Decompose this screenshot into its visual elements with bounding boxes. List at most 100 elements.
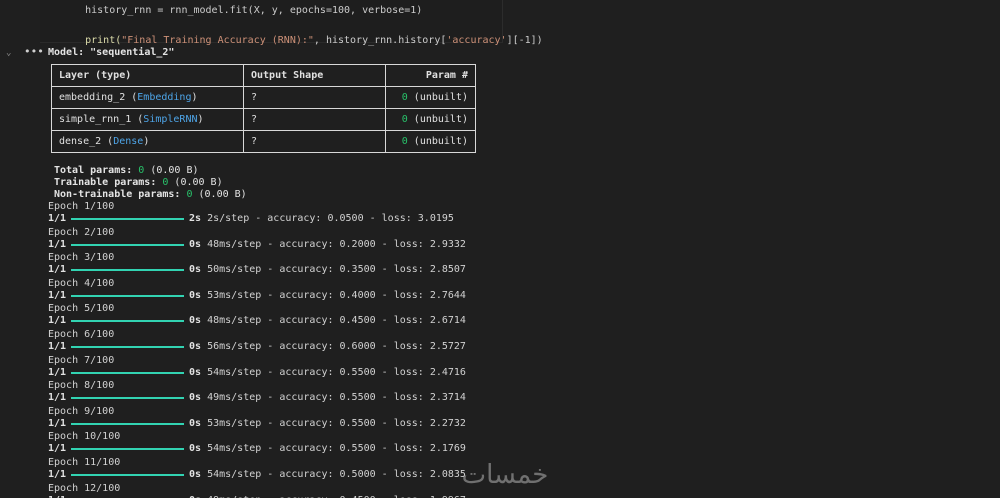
- epoch-detail: 56ms/step - accuracy: 0.6000 - loss: 2.5…: [201, 341, 466, 352]
- epoch-metrics: 0s 49ms/step - accuracy: 0.5500 - loss: …: [189, 392, 466, 404]
- epoch-progress-line: 1/1 0s 49ms/step - accuracy: 0.5500 - los…: [48, 392, 548, 404]
- layer-cell: embedding_2 (Embedding): [51, 86, 244, 109]
- epoch-progress-line: 1/1 0s 48ms/step - accuracy: 0.2000 - los…: [48, 239, 548, 251]
- epoch-time: 0s: [189, 315, 202, 327]
- epoch-time: 0s: [189, 495, 201, 498]
- epoch-metrics: 0s 48ms/step - accuracy: 0.2000 - loss: …: [189, 239, 466, 251]
- output-shape-header: Output Shape: [243, 64, 386, 87]
- epoch-progress-line: 1/1 2s 2s/step - accuracy: 0.0500 - loss:…: [48, 213, 548, 225]
- progress-bar: [71, 320, 184, 323]
- step-count: 1/1: [48, 238, 67, 250]
- shape-cell: ?: [243, 108, 386, 131]
- epoch-detail: 53ms/step - accuracy: 0.5500 - loss: 2.2…: [201, 417, 466, 429]
- progress-bar: [71, 346, 184, 348]
- chevron-down-icon[interactable]: ⌄: [6, 49, 14, 58]
- layer-type-header: Layer (type): [51, 64, 244, 87]
- epoch-metrics: 0s 56ms/step - accuracy: 0.6000 - loss: …: [189, 341, 466, 353]
- epoch-time: 0s: [189, 264, 202, 276]
- epoch-detail: 54ms/step - accuracy: 0.5500 - loss: 2.1…: [201, 443, 466, 455]
- param-cell: 0 (unbuilt): [385, 108, 476, 131]
- progress-bar: [71, 448, 184, 451]
- layer-cell: dense_2 (Dense): [51, 130, 244, 153]
- progress-bar: [71, 294, 184, 297]
- table-row: dense_2 (Dense) ? 0 (unbuilt): [51, 130, 476, 153]
- epoch-time: 0s: [189, 238, 202, 250]
- progress-bar: [71, 218, 184, 220]
- more-horizontal-icon[interactable]: •••: [24, 46, 44, 57]
- epoch-label: Epoch 9/100: [48, 405, 115, 417]
- model-summary-table: Layer (type) Output Shape Param # embedd…: [51, 64, 476, 153]
- epoch-detail: 49ms/step - accuracy: 0.4500 - loss: 1.9…: [201, 495, 466, 498]
- step-count: 1/1: [48, 366, 67, 378]
- epoch-metrics: 0s 53ms/step - accuracy: 0.5500 - loss: …: [189, 418, 466, 430]
- epoch-label: Epoch 5/100: [48, 303, 115, 315]
- epoch-label: Epoch 6/100: [48, 329, 115, 340]
- epoch-label: Epoch 8/100: [48, 380, 115, 392]
- epoch-progress-line: 1/1 0s 54ms/step - accuracy: 0.5500 - los…: [48, 443, 548, 455]
- epoch-label: Epoch 2/100: [48, 226, 115, 238]
- table-header-row: Layer (type) Output Shape Param #: [51, 64, 476, 87]
- epoch-metrics: 2s 2s/step - accuracy: 0.0500 - loss: 3.…: [189, 213, 454, 225]
- epoch-time: 0s: [189, 366, 202, 378]
- epoch-label: Epoch 3/100: [48, 252, 115, 264]
- epoch-detail: 54ms/step - accuracy: 0.5000 - loss: 2.0…: [201, 469, 466, 480]
- epoch-progress-line: 1/1 0s 53ms/step - accuracy: 0.4000 - los…: [48, 290, 548, 302]
- epoch-progress-line: 1/1 0s 53ms/step - accuracy: 0.5500 - los…: [48, 418, 548, 430]
- param-count-header: Param #: [385, 64, 476, 87]
- step-count: 1/1: [48, 315, 67, 327]
- epoch-detail: 48ms/step - accuracy: 0.4500 - loss: 2.6…: [201, 315, 466, 327]
- code-cell[interactable]: history_rnn = rnn_model.fit(X, y, epochs…: [40, 0, 543, 46]
- total-params: Total params: 0 (0.00 B): [54, 165, 199, 176]
- table-row: simple_rnn_1 (SimpleRNN) ? 0 (unbuilt): [51, 108, 476, 131]
- epoch-metrics: 0s 49ms/step - accuracy: 0.4500 - loss: …: [189, 495, 466, 498]
- cell-output: Model: "sequential_2" Layer (type) Outpu…: [48, 45, 988, 498]
- step-count: 1/1: [48, 417, 67, 429]
- table-row: embedding_2 (Embedding) ? 0 (unbuilt): [51, 86, 476, 109]
- epoch-detail: 48ms/step - accuracy: 0.2000 - loss: 2.9…: [201, 238, 466, 250]
- progress-bar: [71, 422, 184, 425]
- progress-bar: [71, 269, 184, 272]
- epoch-metrics: 0s 54ms/step - accuracy: 0.5500 - loss: …: [189, 443, 466, 455]
- step-count: 1/1: [48, 495, 66, 498]
- progress-bar: [71, 243, 184, 246]
- epoch-label: Epoch 11/100: [48, 457, 121, 468]
- non-trainable-params: Non-trainable params: 0 (0.00 B): [54, 189, 247, 200]
- step-count: 1/1: [48, 341, 67, 352]
- epoch-time: 0s: [189, 417, 202, 429]
- epoch-progress-line: 1/1 0s 56ms/step - accuracy: 0.6000 - los…: [48, 341, 548, 353]
- trainable-params: Trainable params: 0 (0.00 B): [54, 177, 223, 188]
- step-count: 1/1: [48, 264, 67, 276]
- epoch-detail: 50ms/step - accuracy: 0.3500 - loss: 2.8…: [201, 264, 466, 276]
- epoch-time: 0s: [189, 469, 202, 480]
- step-count: 1/1: [48, 469, 67, 480]
- step-count: 1/1: [48, 213, 67, 224]
- step-count: 1/1: [48, 443, 67, 455]
- epoch-label: Epoch 1/100: [48, 201, 115, 212]
- epoch-label: Epoch 12/100: [48, 482, 121, 494]
- epoch-label: Epoch 7/100: [48, 354, 115, 366]
- epoch-label: Epoch 10/100: [48, 431, 121, 443]
- epoch-metrics: 0s 54ms/step - accuracy: 0.5000 - loss: …: [189, 469, 466, 481]
- model-title: Model: "sequential_2": [48, 47, 175, 58]
- epoch-label: Epoch 4/100: [48, 277, 115, 289]
- epoch-progress-line: 1/1 0s 54ms/step - accuracy: 0.5500 - los…: [48, 367, 548, 379]
- shape-cell: ?: [243, 130, 386, 153]
- epoch-detail: 53ms/step - accuracy: 0.4000 - loss: 2.7…: [201, 289, 466, 301]
- epoch-metrics: 0s 53ms/step - accuracy: 0.4000 - loss: …: [189, 290, 466, 302]
- epoch-time: 0s: [189, 392, 202, 404]
- notebook-page: history_rnn = rnn_model.fit(X, y, epochs…: [0, 0, 1000, 498]
- epoch-progress-line: 1/1 0s 48ms/step - accuracy: 0.4500 - los…: [48, 315, 548, 327]
- progress-bar: [71, 371, 184, 374]
- epoch-progress-line: 1/1 0s 50ms/step - accuracy: 0.3500 - los…: [48, 264, 548, 276]
- epoch-progress-line: 1/1 0s 49ms/step - accuracy: 0.4500 - los…: [48, 495, 548, 498]
- epoch-detail: 49ms/step - accuracy: 0.5500 - loss: 2.3…: [201, 392, 466, 404]
- param-cell: 0 (unbuilt): [385, 86, 476, 109]
- param-cell: 0 (unbuilt): [385, 130, 476, 153]
- shape-cell: ?: [243, 86, 386, 109]
- progress-bar: [71, 474, 184, 476]
- watermark-logo: خمسات: [461, 460, 549, 490]
- epoch-time: 0s: [189, 341, 202, 352]
- epoch-metrics: 0s 48ms/step - accuracy: 0.4500 - loss: …: [189, 315, 466, 327]
- epoch-time: 2s: [189, 213, 202, 224]
- step-count: 1/1: [48, 392, 67, 404]
